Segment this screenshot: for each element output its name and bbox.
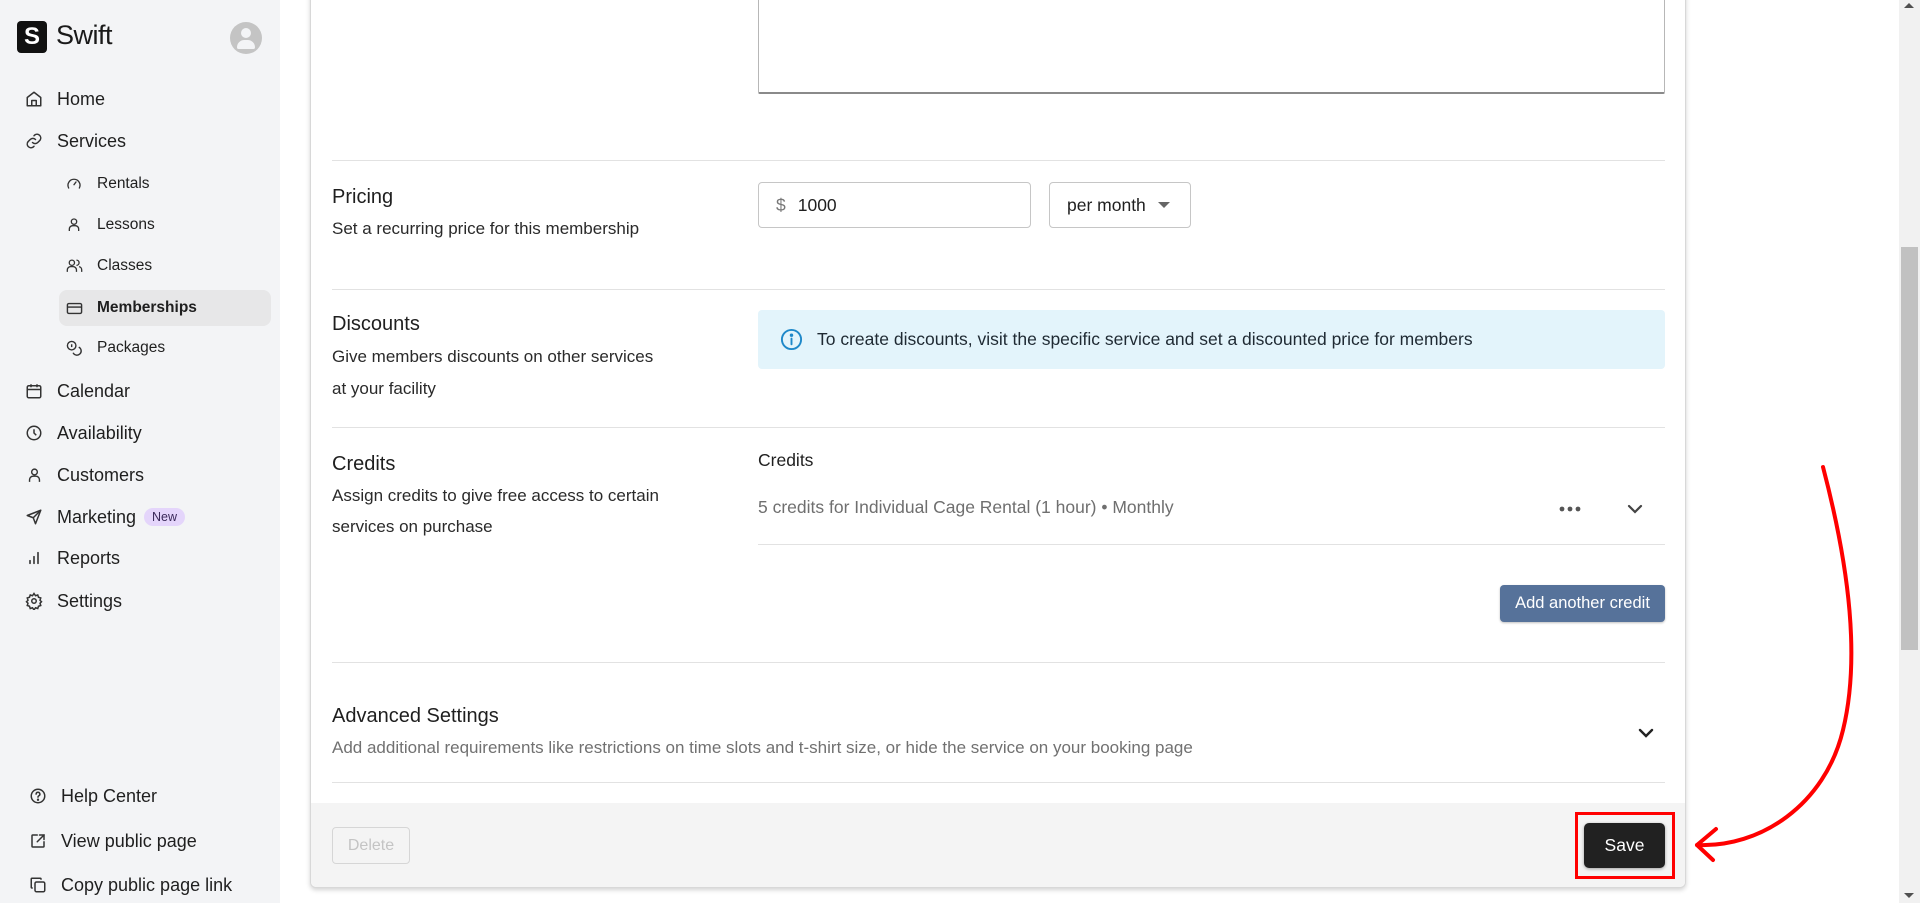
sidebar-footer-label: View public page xyxy=(61,830,197,851)
add-another-credit-button[interactable]: Add another credit xyxy=(1500,585,1665,622)
sidebar-item-rentals[interactable]: Rentals xyxy=(59,166,271,202)
credit-more-options-button[interactable] xyxy=(1554,498,1586,520)
help-circle-icon xyxy=(28,786,48,806)
clock-icon xyxy=(24,423,44,443)
new-badge: New xyxy=(144,508,186,526)
price-amount-input[interactable]: $ 1000 xyxy=(758,182,1031,228)
sidebar-item-label: Memberships xyxy=(97,299,197,316)
sidebar-item-settings[interactable]: Settings xyxy=(24,584,122,618)
external-link-icon xyxy=(28,831,48,851)
discounts-title: Discounts xyxy=(332,313,420,335)
copy-icon xyxy=(28,875,48,895)
sidebar: S Swift Home Services Rentals Lessons Cl… xyxy=(0,0,280,903)
sidebar-item-classes[interactable]: Classes xyxy=(59,248,271,284)
sidebar-item-reports[interactable]: Reports xyxy=(24,541,120,575)
form-footer xyxy=(311,803,1685,887)
sidebar-item-memberships[interactable]: Memberships xyxy=(59,290,271,326)
sidebar-item-label: Marketing xyxy=(57,506,137,527)
scroll-down-arrow-icon[interactable] xyxy=(1904,893,1914,898)
help-center-link[interactable]: Help Center xyxy=(28,781,157,811)
sidebar-item-label: Lessons xyxy=(97,216,155,233)
currency-symbol: $ xyxy=(776,194,786,215)
sidebar-item-label: Reports xyxy=(57,547,121,568)
link-icon xyxy=(24,131,44,151)
credit-item-text[interactable]: 5 credits for Individual Cage Rental (1 … xyxy=(758,497,1174,518)
section-divider xyxy=(332,289,1665,290)
delete-button[interactable]: Delete xyxy=(332,827,410,864)
description-textarea[interactable] xyxy=(758,0,1665,94)
annotation-arrow-curve xyxy=(1695,465,1854,848)
view-public-page-link[interactable]: View public page xyxy=(28,826,197,856)
discounts-info-text: To create discounts, visit the specific … xyxy=(817,329,1473,349)
sidebar-item-services[interactable]: Services xyxy=(24,124,126,158)
home-icon xyxy=(24,89,44,109)
section-divider xyxy=(332,662,1665,663)
avatar[interactable] xyxy=(230,22,262,54)
caret-down-icon xyxy=(1157,202,1170,208)
gauge-icon xyxy=(65,175,83,193)
copy-public-page-link[interactable]: Copy public page link xyxy=(28,870,232,900)
chevron-down-icon xyxy=(1638,728,1654,738)
advanced-settings-title[interactable]: Advanced Settings xyxy=(332,705,499,728)
more-horizontal-icon xyxy=(1559,506,1581,512)
credits-description-line2: services on purchase xyxy=(332,517,493,536)
discounts-description-line1: Give members discounts on other services xyxy=(332,347,654,366)
section-divider xyxy=(332,782,1665,783)
sidebar-footer-label: Help Center xyxy=(61,785,158,806)
section-divider xyxy=(332,427,1665,428)
save-button[interactable]: Save xyxy=(1584,823,1665,868)
discounts-description-line2: at your facility xyxy=(332,379,436,398)
annotation-arrowhead xyxy=(1695,827,1718,862)
send-icon xyxy=(24,507,44,527)
sidebar-item-customers[interactable]: Customers xyxy=(24,458,144,492)
bar-chart-icon xyxy=(24,548,44,568)
sidebar-footer-label: Copy public page link xyxy=(61,874,233,895)
advanced-settings-toggle[interactable] xyxy=(1632,720,1660,746)
gear-icon xyxy=(24,591,44,611)
sidebar-item-home[interactable]: Home xyxy=(24,82,105,116)
sidebar-item-label: Availability xyxy=(57,422,142,443)
user-icon xyxy=(65,216,83,234)
sidebar-item-label: Calendar xyxy=(57,380,131,401)
credits-title: Credits xyxy=(332,453,396,475)
section-divider xyxy=(332,160,1665,161)
credits-description-line1: Assign credits to give free access to ce… xyxy=(332,486,659,505)
scrollbar-thumb[interactable] xyxy=(1901,247,1918,650)
credits-list-label: Credits xyxy=(758,450,814,470)
sidebar-item-marketing[interactable]: Marketing New xyxy=(24,500,186,534)
card-icon xyxy=(65,299,83,317)
sidebar-item-packages[interactable]: Packages xyxy=(59,330,271,366)
users-icon xyxy=(65,257,83,275)
discounts-info-banner: To create discounts, visit the specific … xyxy=(758,310,1665,369)
sidebar-item-label: Services xyxy=(57,130,127,151)
sidebar-item-label: Classes xyxy=(97,257,153,274)
swift-logo-icon[interactable]: S xyxy=(17,21,47,53)
sidebar-item-lessons[interactable]: Lessons xyxy=(59,207,271,243)
avatar-head-shape xyxy=(241,28,251,38)
avatar-body-shape xyxy=(237,40,255,49)
sidebar-item-label: Settings xyxy=(57,590,123,611)
info-icon xyxy=(780,328,803,351)
sidebar-item-label: Packages xyxy=(97,339,166,356)
calendar-icon xyxy=(24,381,44,401)
credit-expand-button[interactable] xyxy=(1622,497,1648,521)
pricing-title: Pricing xyxy=(332,186,394,208)
sidebar-item-label: Customers xyxy=(57,464,145,485)
sidebar-item-label: Home xyxy=(57,88,106,109)
advanced-settings-description: Add additional requirements like restric… xyxy=(332,738,1193,757)
price-period-select[interactable]: per month xyxy=(1049,182,1191,228)
app-name[interactable]: Swift xyxy=(56,20,113,51)
scroll-up-arrow-icon[interactable] xyxy=(1904,3,1914,8)
chevron-down-icon xyxy=(1627,504,1643,514)
sidebar-item-availability[interactable]: Availability xyxy=(24,416,142,450)
price-period-value: per month xyxy=(1067,194,1146,215)
sidebar-item-calendar[interactable]: Calendar xyxy=(24,374,130,408)
price-amount-value: 1000 xyxy=(797,194,837,215)
sidebar-item-label: Rentals xyxy=(97,175,150,192)
credit-row-divider xyxy=(758,544,1665,545)
coins-icon xyxy=(65,339,83,357)
pricing-description: Set a recurring price for this membershi… xyxy=(332,219,640,238)
user-icon xyxy=(24,465,44,485)
